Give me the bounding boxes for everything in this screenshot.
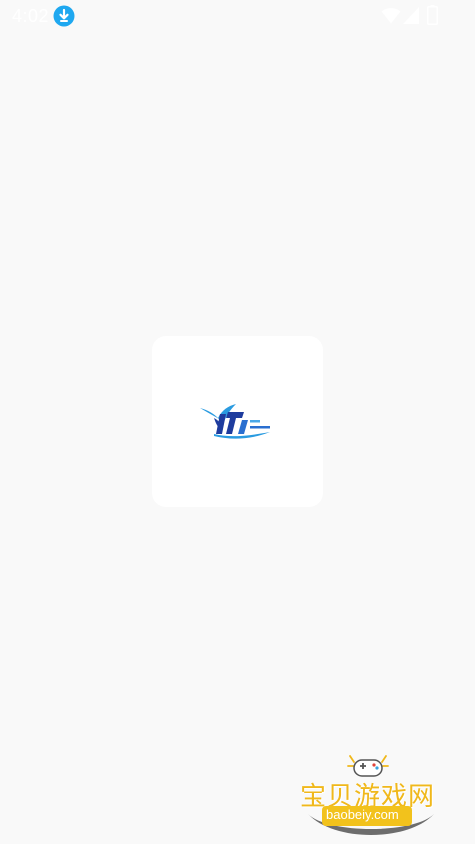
- splash-screen: 4:02 宝贝游戏网 baobeiy.com: [0, 0, 475, 844]
- watermark-url: baobeiy.com: [326, 807, 399, 822]
- app-logo-icon: [200, 404, 270, 439]
- watermark: 宝贝游戏网 baobeiy.com: [298, 752, 444, 840]
- signal-icon: [403, 7, 419, 24]
- wifi-icon: [381, 8, 401, 24]
- splash-card: [152, 336, 323, 507]
- status-bar: 4:02: [0, 0, 475, 32]
- status-time: 4:02: [12, 6, 50, 26]
- battery-icon: [427, 5, 438, 25]
- download-icon: [53, 5, 75, 27]
